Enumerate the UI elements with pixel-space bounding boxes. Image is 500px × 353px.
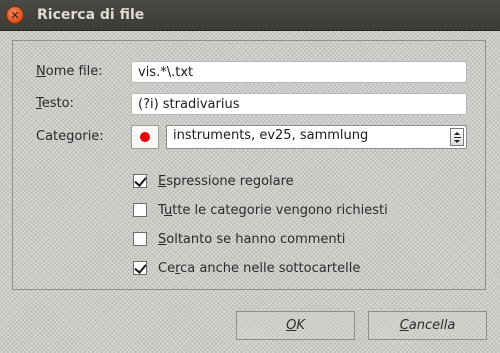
text-input[interactable] bbox=[131, 93, 467, 115]
only-commented-option[interactable]: Soltanto se hanno commenti bbox=[133, 230, 345, 248]
cancel-button[interactable]: Cancella bbox=[368, 311, 487, 340]
color-swatch-icon bbox=[140, 132, 150, 142]
category-color-button[interactable] bbox=[131, 125, 159, 149]
combo-arrow-icon[interactable] bbox=[450, 128, 464, 146]
title-bar: ✕ Ricerca di file bbox=[0, 0, 500, 31]
categories-label: Categorie: bbox=[36, 129, 104, 144]
all-categories-label: Tutte le categorie vengono richiesti bbox=[158, 202, 388, 218]
subfolders-label: Cerca anche nelle sottocartelle bbox=[158, 260, 361, 276]
ok-label: OK bbox=[286, 318, 305, 333]
categories-combobox[interactable]: instruments, ev25, sammlung bbox=[166, 125, 467, 149]
only-commented-label: Soltanto se hanno commenti bbox=[158, 231, 346, 247]
all-categories-checkbox[interactable] bbox=[133, 203, 147, 217]
all-categories-option[interactable]: Tutte le categorie vengono richiesti bbox=[133, 201, 388, 219]
filename-input[interactable] bbox=[131, 61, 467, 83]
only-commented-checkbox[interactable] bbox=[133, 232, 147, 246]
text-label: Testo: bbox=[36, 96, 74, 111]
filename-label: Nome file: bbox=[36, 64, 103, 79]
ok-button[interactable]: OK bbox=[236, 311, 355, 340]
categories-value: instruments, ev25, sammlung bbox=[173, 128, 369, 143]
subfolders-checkbox[interactable] bbox=[133, 261, 147, 275]
cancel-label: Cancella bbox=[399, 318, 456, 333]
window-title: Ricerca di file bbox=[37, 7, 145, 23]
regex-option[interactable]: Espressione regolare bbox=[133, 172, 294, 190]
subfolders-option[interactable]: Cerca anche nelle sottocartelle bbox=[133, 259, 360, 277]
regex-checkbox[interactable] bbox=[133, 174, 147, 188]
file-search-dialog: ✕ Ricerca di file Nome file: Testo: Cate… bbox=[0, 0, 500, 353]
close-button[interactable]: ✕ bbox=[7, 7, 23, 23]
regex-label: Espressione regolare bbox=[158, 173, 294, 189]
close-icon: ✕ bbox=[10, 8, 20, 22]
